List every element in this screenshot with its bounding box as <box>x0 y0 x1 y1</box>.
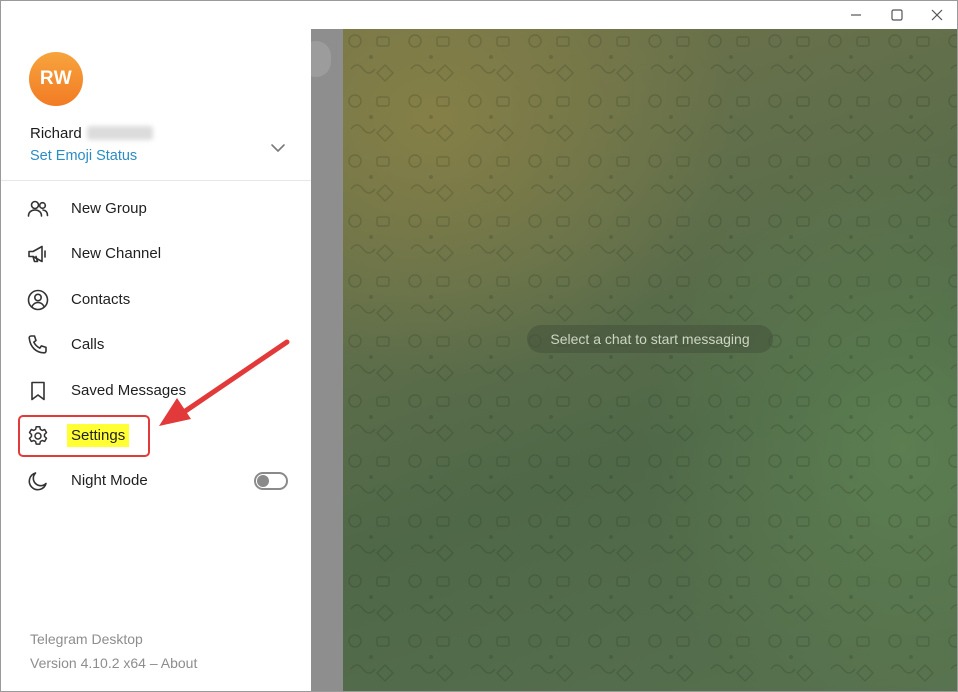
empty-chat-message: Select a chat to start messaging <box>527 325 773 353</box>
menu-item-contacts[interactable]: Contacts <box>1 278 311 322</box>
menu-item-label: Night Mode <box>71 472 148 489</box>
maximize-icon <box>891 9 903 21</box>
menu-item-label: New Group <box>71 200 147 217</box>
minimize-button[interactable] <box>836 1 876 29</box>
menu-item-new-group[interactable]: New Group <box>1 187 311 231</box>
menu-item-label: Contacts <box>71 291 131 308</box>
chat-list-dimmed <box>311 29 343 691</box>
chevron-down-icon[interactable] <box>269 139 287 157</box>
person-circle-icon <box>26 288 50 312</box>
people-icon <box>26 197 50 221</box>
user-first-name: Richard <box>30 125 82 142</box>
maximize-button[interactable] <box>877 1 917 29</box>
night-mode-toggle[interactable] <box>254 472 288 490</box>
menu-item-label: New Channel <box>71 245 162 262</box>
menu-item-new-channel[interactable]: New Channel <box>1 232 311 276</box>
version-text: Version 4.10.2 x64 – <box>30 655 161 671</box>
chat-area: Select a chat to start messaging <box>343 29 957 691</box>
megaphone-icon <box>26 242 50 266</box>
moon-icon <box>26 469 50 493</box>
annotation-arrow <box>159 339 290 426</box>
user-last-name-redacted <box>87 126 153 140</box>
close-button[interactable] <box>917 1 957 29</box>
menu-item-label: Calls <box>71 336 105 353</box>
toggle-knob <box>257 475 269 487</box>
minimize-icon <box>851 14 861 16</box>
chat-wallpaper-pattern <box>343 29 957 691</box>
close-icon <box>931 9 943 21</box>
set-emoji-status-link[interactable]: Set Emoji Status <box>30 148 137 164</box>
footer-version: Version 4.10.2 x64 – About <box>30 655 197 671</box>
phone-icon <box>26 333 50 357</box>
settings-annotation-box <box>18 415 150 457</box>
telegram-window: Select a chat to start messaging RW Rich… <box>0 0 958 692</box>
about-link[interactable]: About <box>161 655 198 671</box>
avatar[interactable]: RW <box>29 52 83 106</box>
avatar-initials: RW <box>39 68 73 89</box>
bookmark-icon <box>26 379 50 403</box>
footer-app-name: Telegram Desktop <box>30 631 143 647</box>
title-bar <box>1 1 957 29</box>
profile-divider <box>1 180 311 181</box>
